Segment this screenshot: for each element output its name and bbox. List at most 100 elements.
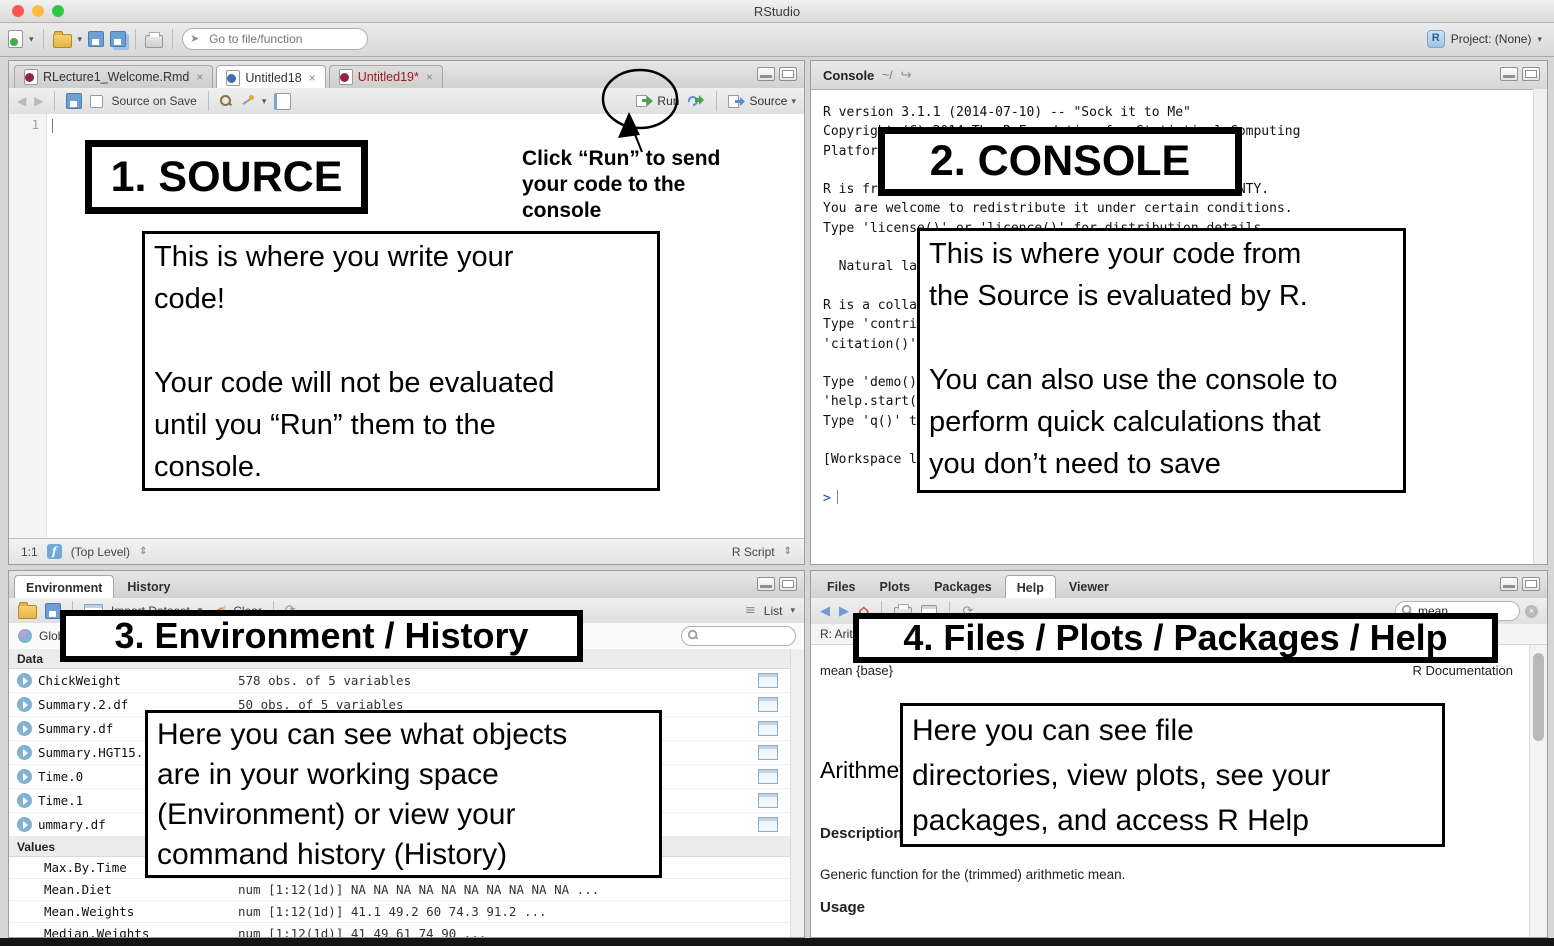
line-number: 1 xyxy=(31,118,39,132)
tab-label: Viewer xyxy=(1068,580,1109,594)
save-document-icon[interactable] xyxy=(66,93,83,109)
scope-stepper-icon[interactable]: ⇕ xyxy=(139,546,147,557)
goto-arrow-icon: ➤ xyxy=(190,33,200,45)
view-data-icon[interactable] xyxy=(758,721,778,736)
environment-object-row[interactable]: Mean.Diet num [1:12(1d)] NA NA NA NA NA N… xyxy=(9,879,791,901)
save-workspace-icon[interactable] xyxy=(45,602,61,619)
tab-files[interactable]: Files xyxy=(816,576,867,598)
scope-label[interactable]: (Top Level) xyxy=(71,545,130,559)
print-icon[interactable] xyxy=(145,31,164,48)
list-view-label[interactable]: List xyxy=(764,604,783,618)
tab-help[interactable]: Help xyxy=(1004,575,1056,599)
close-tab-icon[interactable]: × xyxy=(196,70,203,84)
project-selector-label[interactable]: Project: (None) xyxy=(1451,32,1532,46)
source-tab[interactable]: RLecture1_Welcome.Rmd × xyxy=(14,65,214,88)
nav-back-icon[interactable]: ◀ xyxy=(17,94,26,108)
minimize-pane-icon[interactable] xyxy=(1500,67,1518,81)
source-tab[interactable]: Untitled18 × xyxy=(216,65,326,89)
help-back-icon[interactable]: ◀ xyxy=(820,603,830,619)
filetype-label[interactable]: R Script xyxy=(732,545,775,559)
nav-forward-icon[interactable]: ▶ xyxy=(34,94,43,108)
tab-label: Environment xyxy=(26,580,103,595)
maximize-pane-icon[interactable] xyxy=(1522,577,1540,591)
expand-object-icon[interactable] xyxy=(17,769,32,784)
run-icon xyxy=(636,95,654,107)
tab-environment[interactable]: Environment xyxy=(14,575,115,599)
rerun-icon[interactable] xyxy=(687,94,705,109)
console-working-directory: ~/ xyxy=(882,68,893,82)
expand-object-icon[interactable] xyxy=(17,697,32,712)
code-tools-caret-icon[interactable]: ▾ xyxy=(262,96,267,106)
expand-object-icon[interactable] xyxy=(17,721,32,736)
screen-edge-strip xyxy=(0,938,1554,946)
open-file-caret-icon[interactable]: ▾ xyxy=(78,34,83,44)
source-statusbar: 1:1 f (Top Level) ⇕ R Script ⇕ xyxy=(9,538,804,564)
toolbar-divider xyxy=(54,91,56,111)
run-label: Run xyxy=(657,94,680,108)
tab-plots[interactable]: Plots xyxy=(869,576,922,598)
maximize-pane-icon[interactable] xyxy=(779,67,797,81)
console-prompt: > xyxy=(823,490,831,506)
view-data-icon[interactable] xyxy=(758,745,778,760)
view-data-icon[interactable] xyxy=(758,697,778,712)
minimize-pane-icon[interactable] xyxy=(1500,577,1518,591)
editor-gutter: 1 xyxy=(9,114,47,539)
find-replace-icon[interactable] xyxy=(219,95,232,107)
maximize-pane-icon[interactable] xyxy=(779,577,797,591)
source-tab[interactable]: Untitled19* × xyxy=(328,65,443,88)
tab-packages[interactable]: Packages xyxy=(923,576,1003,598)
global-environment-icon[interactable] xyxy=(18,629,32,643)
compile-notebook-icon[interactable] xyxy=(274,92,292,110)
project-caret-icon[interactable]: ▾ xyxy=(1537,34,1542,44)
share-icon[interactable]: ↪ xyxy=(901,69,912,82)
goto-file-input[interactable] xyxy=(182,28,369,50)
help-topic-name: mean {base} xyxy=(820,663,894,678)
list-view-caret-icon[interactable]: ▾ xyxy=(790,606,795,615)
environment-search-input[interactable] xyxy=(681,626,796,646)
tab-label: Plots xyxy=(879,580,911,594)
environment-scrollbar[interactable] xyxy=(790,649,804,937)
save-all-icon[interactable] xyxy=(110,31,127,47)
open-file-icon[interactable] xyxy=(52,30,72,48)
source-label: Source xyxy=(749,94,788,108)
environment-object-row[interactable]: Median.Weights num [1:12(1d)] 41 49 61 74… xyxy=(9,923,791,937)
minimize-pane-icon[interactable] xyxy=(757,67,775,81)
view-data-icon[interactable] xyxy=(758,793,778,808)
filetype-stepper-icon[interactable]: ⇕ xyxy=(784,546,792,557)
source-on-save-checkbox[interactable] xyxy=(90,94,104,108)
annotation-source-label: 1. SOURCE xyxy=(85,140,368,214)
help-scrollbar[interactable] xyxy=(1529,645,1547,937)
view-data-icon[interactable] xyxy=(758,769,778,784)
new-file-caret-icon[interactable]: ▾ xyxy=(29,34,34,44)
minimize-pane-icon[interactable] xyxy=(757,577,775,591)
source-button[interactable]: Source ▾ xyxy=(728,94,796,108)
help-scrollbar-thumb[interactable] xyxy=(1533,653,1544,741)
expand-object-icon[interactable] xyxy=(17,745,32,760)
view-data-icon[interactable] xyxy=(758,673,778,688)
annotation-files-label: 4. Files / Plots / Packages / Help xyxy=(853,613,1498,663)
save-icon[interactable] xyxy=(88,31,105,47)
expand-object-icon[interactable] xyxy=(17,817,32,832)
code-tools-icon[interactable] xyxy=(240,94,254,108)
list-view-icon[interactable]: ≡ xyxy=(745,604,756,617)
environment-object-row[interactable]: ChickWeight 578 obs. of 5 variables xyxy=(9,669,791,693)
source-tabbar: RLecture1_Welcome.Rmd × Untitled18 × Untitle… xyxy=(9,61,804,89)
new-file-icon[interactable] xyxy=(8,30,23,48)
expand-object-icon[interactable] xyxy=(17,673,32,688)
console-scrollbar[interactable] xyxy=(1533,89,1547,564)
help-description-text: Generic function for the (trimmed) arith… xyxy=(820,867,1126,882)
load-workspace-icon[interactable] xyxy=(18,602,37,619)
view-data-icon[interactable] xyxy=(758,817,778,832)
tab-history[interactable]: History xyxy=(116,576,181,598)
run-button[interactable]: Run xyxy=(636,94,679,108)
annotation-files-note: Here you can see file directories, view … xyxy=(900,703,1445,847)
expand-object-icon[interactable] xyxy=(17,793,32,808)
tab-viewer[interactable]: Viewer xyxy=(1058,576,1120,598)
close-tab-icon[interactable]: × xyxy=(309,71,316,85)
maximize-pane-icon[interactable] xyxy=(1522,67,1540,81)
clear-search-icon[interactable]: × xyxy=(1525,604,1538,618)
object-value: num [1:12(1d)] NA NA NA NA NA NA NA NA N… xyxy=(238,882,600,897)
close-tab-icon[interactable]: × xyxy=(426,70,433,84)
environment-object-row[interactable]: Mean.Weights num [1:12(1d)] 41.1 49.2 60 … xyxy=(9,901,791,923)
help-forward-icon[interactable]: ▶ xyxy=(839,603,849,619)
